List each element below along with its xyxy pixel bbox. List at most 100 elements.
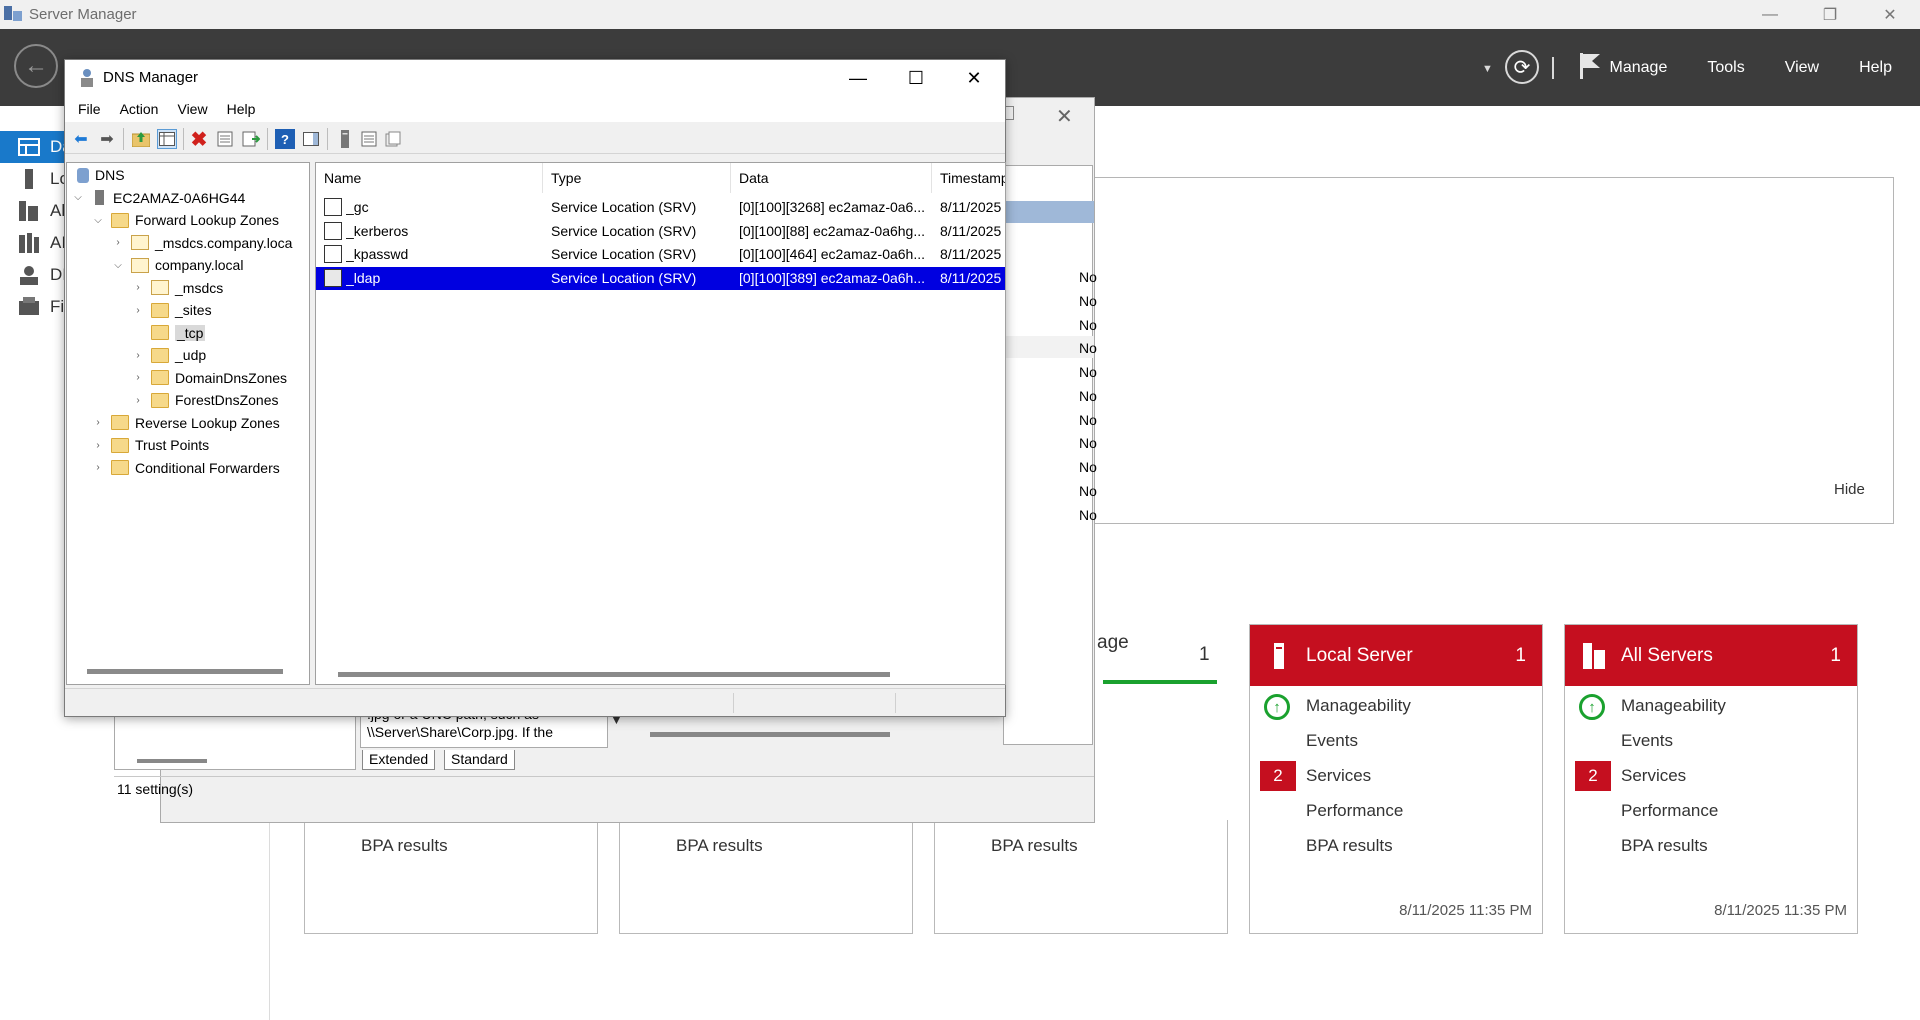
tree-node[interactable]: DNS xyxy=(71,164,125,186)
action-pane-icon[interactable] xyxy=(301,129,321,149)
column-header-data[interactable]: Data xyxy=(731,163,932,193)
close-button[interactable]: ✕ xyxy=(945,60,1003,96)
chevron-right-icon[interactable]: › xyxy=(131,305,145,316)
back-arrow-icon[interactable]: ← xyxy=(14,44,58,88)
tree-node-label: _msdcs.company.loca xyxy=(155,234,293,251)
delegation-icon xyxy=(151,280,169,295)
tree-node[interactable]: › _msdcs xyxy=(131,277,223,299)
minimize-button[interactable]: — xyxy=(1740,0,1800,29)
notifications-flag-icon[interactable] xyxy=(1578,51,1602,81)
chevron-right-icon[interactable]: › xyxy=(91,417,105,428)
selected-setting-row[interactable] xyxy=(1004,201,1094,223)
column-header-timestamp[interactable]: Timestamp xyxy=(932,163,1005,193)
menu-action[interactable]: Action xyxy=(120,101,159,117)
record-row[interactable]: _gc Service Location (SRV) [0][100][3268] … xyxy=(316,196,1005,219)
performance-link[interactable]: Performance xyxy=(1621,801,1718,821)
export-list-icon[interactable] xyxy=(241,129,261,149)
setting-value: No xyxy=(1079,483,1097,499)
notifications-dropdown-icon[interactable]: ▼ xyxy=(1482,63,1493,75)
chevron-right-icon[interactable]: › xyxy=(131,282,145,293)
tree-node-label: EC2AMAZ-0A6HG44 xyxy=(113,189,246,206)
forward-arrow-icon[interactable]: ➡ xyxy=(97,129,117,149)
properties-icon[interactable] xyxy=(215,129,235,149)
records-list-icon[interactable] xyxy=(359,129,379,149)
window-title: Server Manager xyxy=(29,6,137,23)
tree-node[interactable]: ⌵ Forward Lookup Zones xyxy=(91,209,279,231)
tree-node[interactable]: ⌵ EC2AMAZ-0A6HG44 xyxy=(71,187,245,209)
bpa-results-link[interactable]: BPA results xyxy=(676,836,763,856)
bpa-results-link[interactable]: BPA results xyxy=(361,836,448,856)
tree-node[interactable]: › _msdcs.company.loca xyxy=(111,232,292,254)
chevron-down-icon[interactable]: ⌵ xyxy=(111,260,125,271)
tab-standard[interactable]: Standard xyxy=(444,750,515,770)
column-header-name[interactable]: Name xyxy=(316,163,543,193)
chevron-right-icon[interactable]: › xyxy=(91,462,105,473)
record-row[interactable]: _ldap Service Location (SRV) [0][100][389]… xyxy=(316,266,1005,290)
hide-link[interactable]: Hide xyxy=(1834,481,1865,498)
refresh-icon[interactable]: ⟳ xyxy=(1505,50,1539,84)
services-link[interactable]: Services xyxy=(1621,766,1686,786)
horizontal-scrollbar[interactable] xyxy=(650,732,890,737)
minimize-button[interactable]: — xyxy=(829,60,887,96)
setting-value: No xyxy=(1079,293,1097,309)
tree-node[interactable]: › Conditional Forwarders xyxy=(91,457,279,479)
tree-node[interactable]: _tcp xyxy=(131,322,206,344)
show-hide-tree-icon[interactable] xyxy=(157,129,177,149)
horizontal-scrollbar[interactable] xyxy=(137,759,207,763)
menu-manage[interactable]: Manage xyxy=(1610,59,1668,77)
dns-window-title: DNS Manager xyxy=(103,69,199,86)
tree-node[interactable]: › ForestDnsZones xyxy=(131,389,278,411)
file-storage-icon xyxy=(19,297,39,315)
tab-extended[interactable]: Extended xyxy=(362,750,436,770)
up-folder-icon[interactable] xyxy=(131,129,151,149)
chevron-right-icon[interactable]: › xyxy=(131,372,145,383)
chevron-right-icon[interactable]: › xyxy=(111,237,125,248)
maximize-button[interactable]: ☐ xyxy=(887,60,945,96)
horizontal-scrollbar[interactable] xyxy=(338,672,890,677)
chevron-right-icon[interactable]: › xyxy=(91,440,105,451)
restore-button[interactable]: ❐ xyxy=(1800,0,1860,29)
record-timestamp: 8/11/2025 xyxy=(940,269,1002,286)
menu-tools[interactable]: Tools xyxy=(1707,59,1744,77)
bpa-results-link[interactable]: BPA results xyxy=(1306,836,1393,856)
bpa-results-link[interactable]: BPA results xyxy=(991,836,1078,856)
menu-help[interactable]: Help xyxy=(227,101,256,117)
column-header-type[interactable]: Type xyxy=(543,163,731,193)
folder-icon xyxy=(111,460,129,475)
tile-header[interactable]: All Servers 1 xyxy=(1565,625,1857,686)
events-link[interactable]: Events xyxy=(1621,731,1673,751)
manageability-link[interactable]: Manageability xyxy=(1621,696,1726,716)
tile-partial: BPA results xyxy=(934,820,1228,934)
server-icon[interactable] xyxy=(335,129,355,149)
menu-view[interactable]: View xyxy=(1785,59,1819,77)
bpa-results-link[interactable]: BPA results xyxy=(1621,836,1708,856)
zone-properties-icon[interactable] xyxy=(383,129,403,149)
menu-help[interactable]: Help xyxy=(1859,59,1892,77)
tree-node[interactable]: › _sites xyxy=(131,299,211,321)
close-icon[interactable]: ✕ xyxy=(1056,104,1073,129)
back-arrow-icon[interactable]: ⬅ xyxy=(71,129,91,149)
tree-node[interactable]: › _udp xyxy=(131,344,206,366)
record-row[interactable]: _kpasswd Service Location (SRV) [0][100][4… xyxy=(316,243,1005,266)
header-separator xyxy=(1552,57,1554,79)
tree-node[interactable]: › Reverse Lookup Zones xyxy=(91,412,279,434)
performance-link[interactable]: Performance xyxy=(1306,801,1403,821)
delete-icon[interactable]: ✖ xyxy=(189,129,209,151)
chevron-down-icon[interactable]: ⌵ xyxy=(71,192,85,203)
chevron-right-icon[interactable]: › xyxy=(131,395,145,406)
tree-node[interactable]: › DomainDnsZones xyxy=(131,367,287,389)
tree-node[interactable]: ⌵ company.local xyxy=(111,254,243,276)
chevron-right-icon[interactable]: › xyxy=(131,350,145,361)
services-link[interactable]: Services xyxy=(1306,766,1371,786)
manageability-link[interactable]: Manageability xyxy=(1306,696,1411,716)
tree-node[interactable]: › Trust Points xyxy=(91,434,209,456)
close-button[interactable]: ✕ xyxy=(1860,0,1920,29)
events-link[interactable]: Events xyxy=(1306,731,1358,751)
menu-file[interactable]: File xyxy=(78,101,101,117)
help-icon[interactable]: ? xyxy=(275,129,295,149)
tile-header[interactable]: Local Server 1 xyxy=(1250,625,1542,686)
record-row[interactable]: _kerberos Service Location (SRV) [0][100][… xyxy=(316,220,1005,243)
chevron-down-icon[interactable]: ⌵ xyxy=(91,215,105,226)
menu-view[interactable]: View xyxy=(177,101,207,117)
horizontal-scrollbar[interactable] xyxy=(87,669,283,674)
